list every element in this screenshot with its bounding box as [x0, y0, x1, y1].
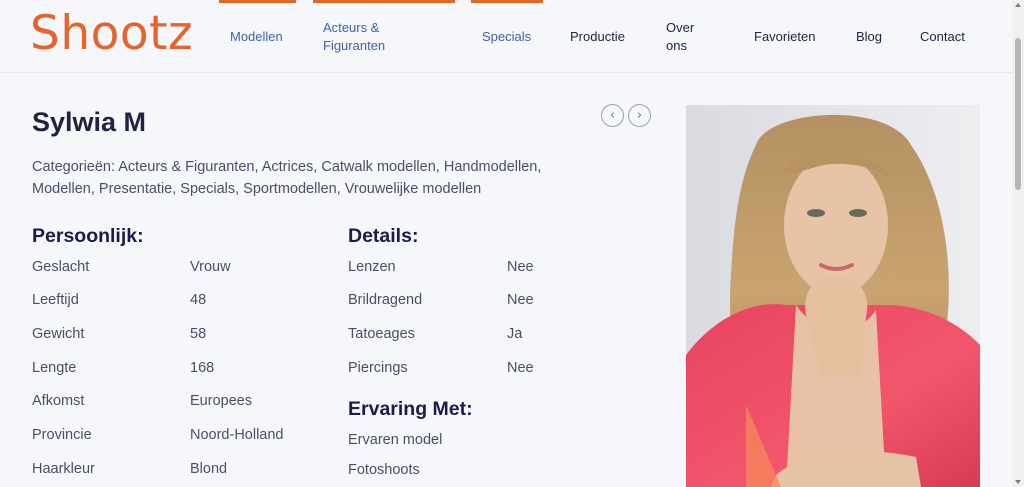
personal-label-afkomst: Afkomst [32, 393, 85, 409]
nav-item-label-line1: Acteurs & [323, 20, 380, 35]
nav-active-indicator-acteurs [313, 0, 455, 3]
profile-photo[interactable] [686, 105, 980, 487]
nav-item-modellen[interactable]: Modellen [230, 28, 283, 46]
personal-label-lengte: Lengte [32, 360, 77, 376]
page-scrollbar[interactable] [1012, 0, 1024, 487]
previous-profile-button[interactable]: ‹ [601, 104, 624, 127]
nav-item-label-line2: ons [666, 38, 687, 53]
scrollbar-thumb[interactable] [1015, 38, 1021, 190]
details-value-lenzen: Nee [507, 259, 534, 275]
site-header: Shootz Modellen Acteurs & Figuranten Spe… [0, 0, 1012, 73]
site-logo[interactable]: Shootz [30, 6, 193, 61]
personal-value-gewicht: 58 [190, 326, 207, 342]
experience-section-title: Ervaring Met: [348, 398, 473, 420]
details-value-piercings: Nee [507, 360, 534, 376]
profile-photo-illustration [686, 105, 980, 487]
personal-value-provincie: Noord-Holland [190, 427, 284, 443]
nav-item-acteurs-figuranten[interactable]: Acteurs & Figuranten [323, 19, 385, 55]
personal-value-geslacht: Vrouw [190, 259, 231, 275]
personal-label-leeftijd: Leeftijd [32, 292, 79, 308]
categories-line-1: Categorieën: Acteurs & Figuranten, Actri… [32, 159, 542, 175]
experience-item: Fotoshoots [348, 462, 420, 478]
nav-item-favorieten[interactable]: Favorieten [754, 28, 815, 46]
nav-active-indicator-modellen [219, 0, 296, 3]
details-value-brildragend: Nee [507, 292, 534, 308]
nav-item-label-line2: Figuranten [323, 38, 386, 53]
personal-value-lengte: 168 [190, 360, 215, 376]
nav-item-label-line1: Over [666, 20, 695, 35]
nav-item-contact[interactable]: Contact [920, 28, 965, 46]
personal-value-leeftijd: 48 [190, 292, 207, 308]
profile-categories: Categorieën: Acteurs & Figuranten, Actri… [32, 156, 632, 200]
chevron-left-icon: ‹ [609, 107, 616, 123]
nav-item-specials[interactable]: Specials [482, 28, 531, 46]
profile-name: Sylwia M [32, 107, 147, 137]
details-label-brildragend: Brildragend [348, 292, 423, 308]
nav-item-blog[interactable]: Blog [856, 28, 882, 46]
next-profile-button[interactable]: › [628, 104, 651, 127]
personal-label-gewicht: Gewicht [32, 326, 85, 342]
personal-label-geslacht: Geslacht [32, 259, 90, 275]
details-section-title: Details: [348, 225, 419, 247]
personal-label-provincie: Provincie [32, 427, 92, 443]
details-label-piercings: Piercings [348, 360, 408, 376]
scroll-up-icon[interactable] [1015, 3, 1021, 7]
personal-label-haarkleur: Haarkleur [32, 461, 95, 477]
personal-value-afkomst: Europees [190, 393, 253, 409]
nav-item-productie[interactable]: Productie [570, 28, 625, 46]
categories-line-2: Modellen, Presentatie, Specials, Sportmo… [32, 181, 482, 197]
details-label-lenzen: Lenzen [348, 259, 396, 275]
personal-section-title: Persoonlijk: [32, 225, 144, 247]
scroll-down-icon[interactable] [1015, 480, 1021, 484]
details-value-tatoeages: Ja [507, 326, 523, 342]
nav-active-indicator-specials [471, 0, 543, 3]
personal-value-haarkleur: Blond [190, 461, 228, 477]
chevron-right-icon: › [636, 107, 643, 123]
experience-item: Ervaren model [348, 432, 443, 448]
details-label-tatoeages: Tatoeages [348, 326, 415, 342]
nav-item-over-ons[interactable]: Over ons [666, 19, 694, 55]
